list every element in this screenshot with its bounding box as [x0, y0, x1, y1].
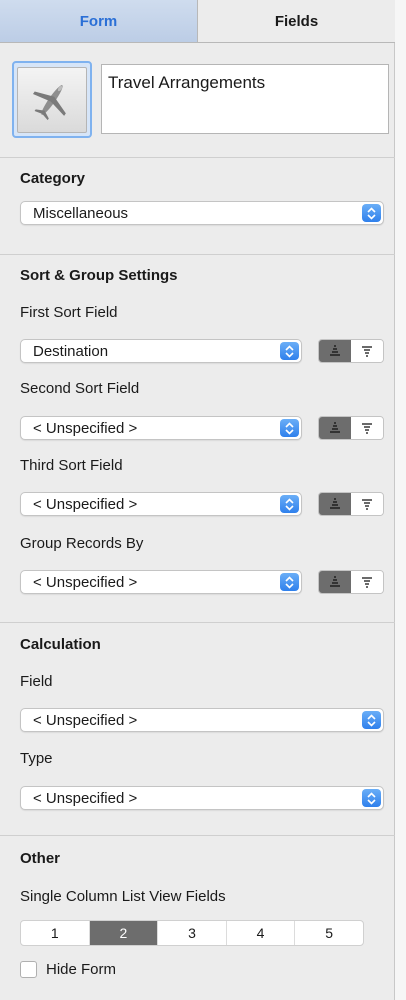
column-option-5[interactable]: 5: [295, 921, 363, 945]
divider: [0, 157, 395, 158]
calculation-field-popup[interactable]: < Unspecified >: [20, 708, 384, 732]
sort-group-heading: Sort & Group Settings: [20, 267, 178, 284]
sort-ascending-icon[interactable]: [319, 571, 351, 593]
chevron-updown-icon: [280, 342, 299, 360]
category-popup[interactable]: Miscellaneous: [20, 201, 384, 225]
calculation-field-label: Field: [20, 673, 53, 690]
third-sort-order-control: [318, 492, 384, 516]
column-count-segmented-control: 1 2 3 4 5: [20, 920, 364, 946]
sort-ascending-icon[interactable]: [319, 417, 351, 439]
form-name-field[interactable]: Travel Arrangements: [101, 64, 389, 134]
hide-form-label: Hide Form: [46, 961, 117, 978]
first-sort-value: Destination: [33, 342, 109, 360]
tab-fields[interactable]: Fields: [198, 0, 395, 42]
column-option-2[interactable]: 2: [89, 921, 159, 945]
calculation-field-value: < Unspecified >: [33, 711, 138, 729]
category-popup-value: Miscellaneous: [33, 204, 129, 222]
other-heading: Other: [20, 850, 61, 867]
second-sort-value: < Unspecified >: [33, 419, 138, 437]
group-by-value: < Unspecified >: [33, 573, 138, 591]
calculation-heading: Calculation: [20, 636, 101, 653]
sort-descending-icon[interactable]: [351, 340, 383, 362]
calculation-type-popup[interactable]: < Unspecified >: [20, 786, 384, 810]
third-sort-label: Third Sort Field: [20, 457, 123, 474]
chevron-updown-icon: [362, 204, 381, 222]
window-edge: [395, 0, 406, 1000]
hide-form-row[interactable]: Hide Form: [20, 961, 116, 978]
sort-ascending-icon[interactable]: [319, 340, 351, 362]
sort-descending-icon[interactable]: [351, 571, 383, 593]
single-column-label: Single Column List View Fields: [20, 888, 226, 905]
column-option-3[interactable]: 3: [158, 921, 227, 945]
first-sort-popup[interactable]: Destination: [20, 339, 302, 363]
group-by-order-control: [318, 570, 384, 594]
chevron-updown-icon: [280, 573, 299, 591]
chevron-updown-icon: [362, 711, 381, 729]
second-sort-order-control: [318, 416, 384, 440]
sort-descending-icon[interactable]: [351, 417, 383, 439]
second-sort-popup[interactable]: < Unspecified >: [20, 416, 302, 440]
third-sort-value: < Unspecified >: [33, 495, 138, 513]
category-heading: Category: [20, 170, 86, 187]
sort-descending-icon[interactable]: [351, 493, 383, 515]
form-icon-well[interactable]: [12, 61, 92, 138]
first-sort-label: First Sort Field: [20, 304, 118, 321]
tab-bar: Form Fields: [0, 0, 395, 43]
divider: [0, 835, 395, 836]
hide-form-checkbox[interactable]: [20, 961, 37, 978]
divider: [0, 622, 395, 623]
airplane-icon: [17, 66, 87, 133]
chevron-updown-icon: [362, 789, 381, 807]
calculation-type-value: < Unspecified >: [33, 789, 138, 807]
second-sort-label: Second Sort Field: [20, 380, 140, 397]
form-inspector-panel: Form Fields Travel Arrangements Category…: [0, 0, 395, 1000]
column-option-4[interactable]: 4: [227, 921, 296, 945]
chevron-updown-icon: [280, 419, 299, 437]
calculation-type-label: Type: [20, 750, 53, 767]
tab-form[interactable]: Form: [0, 0, 198, 42]
chevron-updown-icon: [280, 495, 299, 513]
sort-ascending-icon[interactable]: [319, 493, 351, 515]
group-by-label: Group Records By: [20, 535, 144, 552]
third-sort-popup[interactable]: < Unspecified >: [20, 492, 302, 516]
group-by-popup[interactable]: < Unspecified >: [20, 570, 302, 594]
column-option-1[interactable]: 1: [21, 921, 90, 945]
divider: [0, 254, 395, 255]
first-sort-order-control: [318, 339, 384, 363]
